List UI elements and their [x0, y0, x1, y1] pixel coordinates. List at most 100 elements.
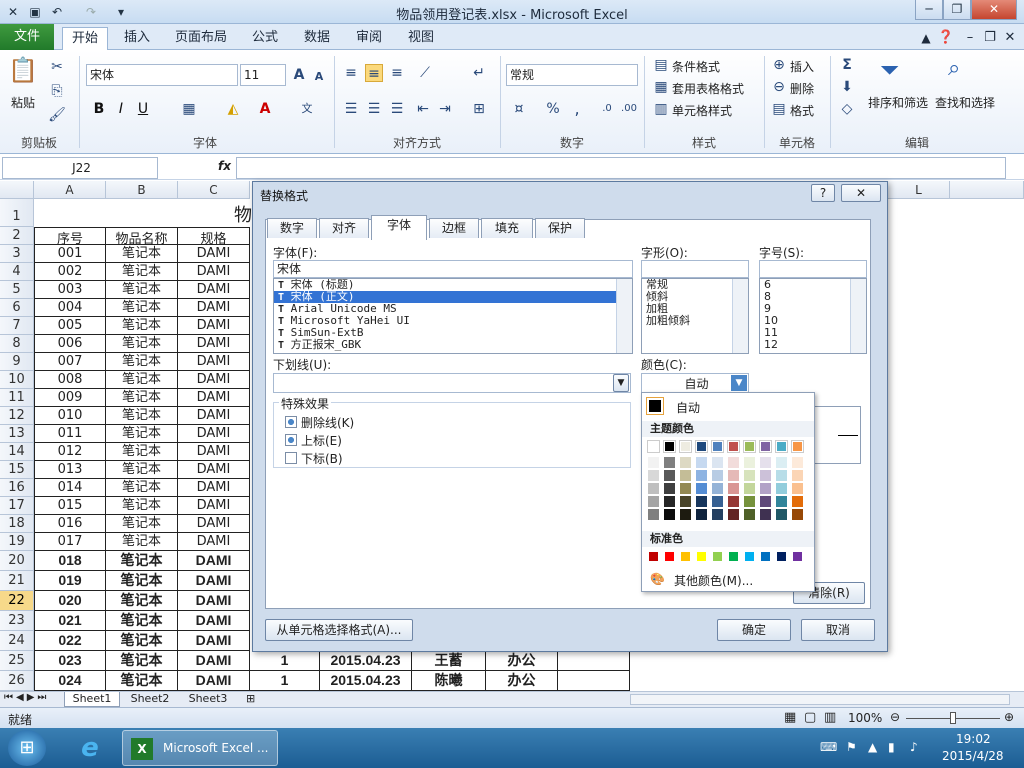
table-cell[interactable]: 办公 — [486, 651, 558, 671]
clear-icon[interactable]: ◇ — [838, 100, 856, 118]
table-cell[interactable]: 笔记本 — [106, 443, 178, 461]
dialog-tab-border[interactable]: 边框 — [429, 218, 479, 238]
format-cells-button[interactable]: 格式 — [790, 102, 814, 119]
help-icon[interactable]: ❓ — [936, 27, 956, 50]
minimize-button[interactable]: ─ — [915, 0, 943, 20]
align-bottom-icon[interactable]: ≡ — [388, 64, 406, 82]
row-header[interactable]: 10 — [0, 371, 34, 389]
table-cell[interactable]: 笔记本 — [106, 353, 178, 371]
table-cell[interactable]: 笔记本 — [106, 611, 178, 631]
color-swatch[interactable] — [664, 470, 675, 481]
row-header[interactable]: 19 — [0, 533, 34, 551]
color-swatch[interactable] — [664, 457, 675, 468]
color-swatch[interactable] — [696, 457, 707, 468]
autosum-icon[interactable]: Σ — [838, 56, 856, 74]
conditional-format-button[interactable]: 条件格式 — [672, 58, 720, 75]
color-swatch[interactable] — [792, 509, 803, 520]
row-header[interactable]: 3 — [0, 245, 34, 263]
find-select-icon[interactable]: ⌕ — [948, 56, 982, 86]
doc-minimize-icon[interactable]: – — [962, 27, 978, 50]
shrink-font-icon[interactable]: A — [310, 68, 328, 86]
table-cell[interactable]: DAMI — [178, 651, 250, 671]
decrease-indent-icon[interactable]: ⇤ — [414, 100, 432, 118]
delete-cells-icon[interactable]: ⊖ — [770, 78, 788, 96]
table-cell[interactable]: 008 — [34, 371, 106, 389]
table-cell[interactable]: 1 — [250, 651, 320, 671]
ok-button[interactable]: 确定 — [717, 619, 791, 641]
header-cell-seq[interactable]: 序号 — [34, 227, 106, 245]
table-cell[interactable] — [558, 651, 630, 671]
color-swatch[interactable] — [712, 470, 723, 481]
ribbon-minimize-icon[interactable]: ▲ — [918, 27, 934, 50]
table-cell[interactable]: 020 — [34, 591, 106, 611]
copy-icon[interactable]: ⎘ — [48, 82, 66, 100]
table-cell[interactable]: 010 — [34, 407, 106, 425]
underline-select[interactable] — [273, 373, 631, 393]
size-list[interactable]: 6 8 9 10 11 12 — [759, 278, 867, 354]
table-cell[interactable]: 2015.04.23 — [320, 671, 412, 691]
table-cell[interactable]: DAMI — [178, 281, 250, 299]
color-swatch[interactable] — [776, 496, 787, 507]
table-cell[interactable]: 笔记本 — [106, 497, 178, 515]
color-swatch[interactable] — [664, 483, 675, 494]
show-hidden-icon[interactable]: ▲ — [868, 740, 877, 754]
table-cell[interactable]: DAMI — [178, 533, 250, 551]
row-header[interactable]: 4 — [0, 263, 34, 281]
color-swatch[interactable] — [760, 470, 771, 481]
sheet-nav-icon[interactable]: ⏮◀▶⏭ — [4, 692, 49, 703]
color-swatch[interactable] — [712, 483, 723, 494]
row-header[interactable]: 12 — [0, 407, 34, 425]
color-swatch[interactable] — [792, 470, 803, 481]
color-swatch[interactable] — [680, 509, 691, 520]
color-swatch[interactable] — [728, 470, 739, 481]
row-header[interactable]: 5 — [0, 281, 34, 299]
doc-close-icon[interactable]: ✕ — [1002, 27, 1018, 50]
table-cell[interactable]: DAMI — [178, 425, 250, 443]
table-cell[interactable]: DAMI — [178, 335, 250, 353]
sort-filter-icon[interactable]: ⏷ — [880, 56, 914, 86]
table-cell[interactable]: DAMI — [178, 671, 250, 691]
color-swatch[interactable] — [648, 496, 659, 507]
style-list[interactable]: 常规 倾斜 加粗 加粗倾斜 — [641, 278, 749, 354]
table-cell[interactable]: 005 — [34, 317, 106, 335]
row-header[interactable]: 23 — [0, 611, 34, 631]
color-swatch[interactable] — [647, 440, 660, 453]
row-header[interactable]: 15 — [0, 461, 34, 479]
color-swatch[interactable] — [760, 509, 771, 520]
table-cell[interactable]: 陈曦 — [412, 671, 486, 691]
align-middle-icon[interactable]: ≡ — [365, 64, 383, 82]
color-swatch[interactable] — [680, 470, 691, 481]
color-swatch[interactable] — [744, 483, 755, 494]
color-swatch[interactable] — [728, 457, 739, 468]
tab-view[interactable]: 视图 — [400, 27, 442, 50]
dialog-tab-fill[interactable]: 填充 — [481, 218, 533, 238]
ie-icon[interactable]: e — [70, 732, 110, 764]
table-cell[interactable]: 003 — [34, 281, 106, 299]
table-cell[interactable]: DAMI — [178, 515, 250, 533]
table-cell[interactable]: 016 — [34, 515, 106, 533]
color-swatch[interactable] — [760, 496, 771, 507]
sheet-tab-1[interactable]: Sheet1 — [64, 692, 120, 707]
percent-icon[interactable]: % — [544, 100, 562, 118]
align-center-icon[interactable]: ☰ — [365, 100, 383, 118]
color-swatch[interactable] — [728, 509, 739, 520]
table-cell[interactable]: 王蓄 — [412, 651, 486, 671]
grow-font-icon[interactable]: A — [290, 66, 308, 84]
increase-indent-icon[interactable]: ⇥ — [436, 100, 454, 118]
color-swatch[interactable] — [695, 440, 708, 453]
color-swatch[interactable] — [792, 483, 803, 494]
tab-page-layout[interactable]: 页面布局 — [168, 27, 234, 50]
tab-insert[interactable]: 插入 — [114, 27, 160, 50]
volume-icon[interactable]: ♪ — [910, 740, 918, 754]
table-cell[interactable]: 笔记本 — [106, 515, 178, 533]
table-cell[interactable]: 011 — [34, 425, 106, 443]
table-cell[interactable]: 笔记本 — [106, 281, 178, 299]
table-cell[interactable]: DAMI — [178, 631, 250, 651]
view-normal-icon[interactable]: ▦ — [784, 710, 796, 725]
table-cell[interactable]: DAMI — [178, 353, 250, 371]
color-swatch[interactable] — [648, 470, 659, 481]
borders-icon[interactable]: ▦ — [180, 100, 198, 118]
column-header-l[interactable]: L — [888, 181, 950, 199]
column-header[interactable] — [950, 181, 1024, 199]
table-cell[interactable]: 办公 — [486, 671, 558, 691]
